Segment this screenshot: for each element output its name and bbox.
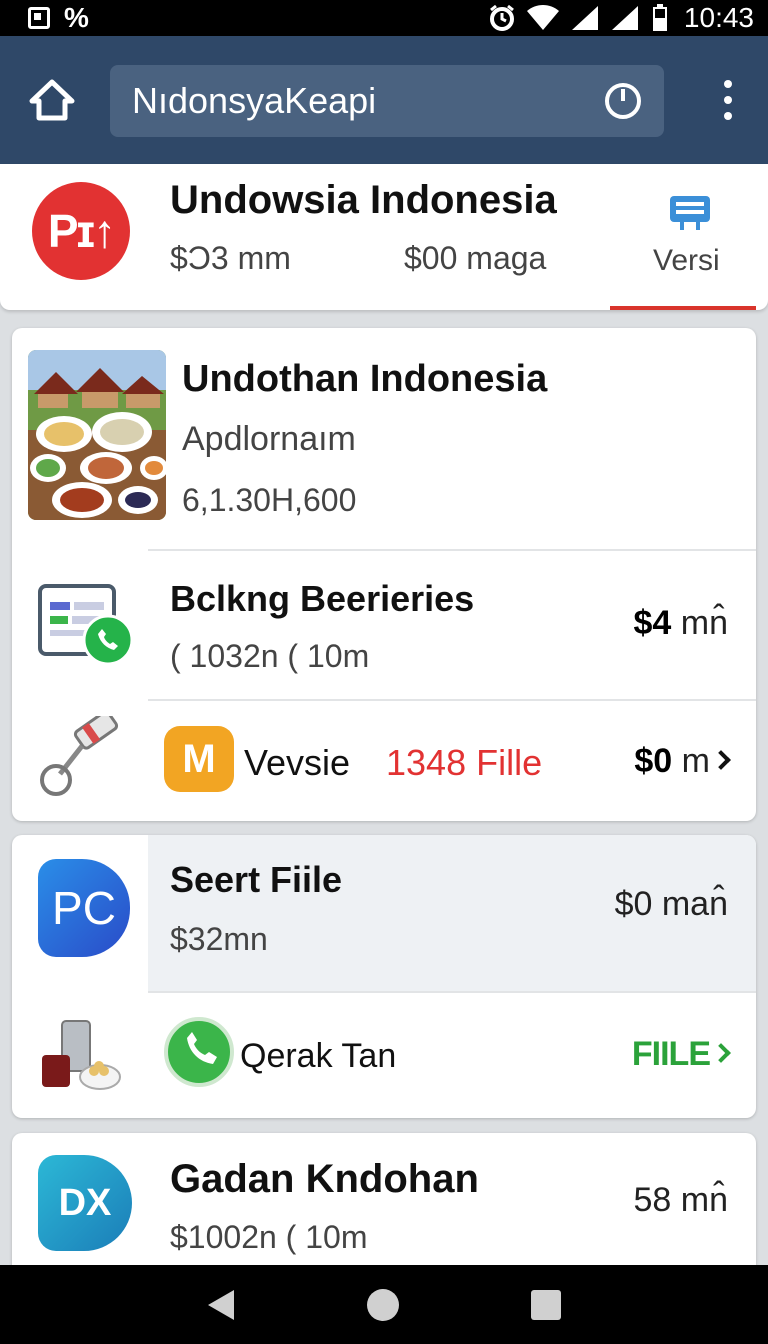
power-icon[interactable] (604, 82, 642, 120)
app-logo-icon: Pɪ↑ (32, 182, 130, 280)
row-price: 58 mn̂ (633, 1181, 729, 1219)
row-title: Gadan Kndohan (170, 1157, 479, 1201)
notification-icon (28, 7, 50, 29)
home-icon (29, 79, 75, 121)
tab-versi[interactable]: Versi (653, 244, 720, 278)
phone-icon (164, 1017, 234, 1087)
row-sub: ( 1032n ( 10m (170, 638, 370, 674)
row-sub: $32mn (170, 921, 268, 957)
status-bar: % 10:43 (0, 0, 768, 36)
signal-icon-2 (611, 6, 638, 30)
file-count: 1348 Fille (386, 742, 543, 783)
row-label: Qerak Tan (240, 1037, 397, 1075)
tool-icon (40, 716, 119, 796)
battery-icon (652, 4, 667, 31)
signal-icon (571, 6, 598, 30)
clock: 10:43 (683, 2, 754, 33)
cup-bowl-icon (42, 1020, 121, 1090)
header-sub-price: $Ɔ3 mm (170, 240, 291, 276)
chevron-right-icon (711, 750, 731, 770)
row-price: $4 mn̂ (633, 604, 728, 642)
row-title: Seert Fiile (170, 859, 343, 900)
card-title: Undothan Indonesia (182, 358, 548, 400)
wifi-icon (526, 5, 559, 30)
row-sub: $1002n ( 10m (170, 1219, 368, 1255)
more-vert-icon[interactable] (718, 80, 738, 120)
active-tab-indicator (610, 306, 756, 310)
nav-bar (0, 1265, 768, 1344)
dx-logo-icon: DX (38, 1155, 132, 1251)
app-card-1[interactable]: Undothan Indonesia Apdlornaım 6,1.30H,60… (12, 328, 756, 821)
row-title: Bclkng Beerieries (170, 578, 475, 619)
divider (148, 699, 756, 701)
inbox-tray-icon[interactable] (666, 188, 714, 236)
recents-icon[interactable] (530, 1289, 562, 1321)
divider (148, 991, 756, 993)
document-whatsapp-icon (38, 584, 134, 666)
chevron-right-icon (711, 1043, 731, 1063)
percent-icon: % (64, 2, 89, 33)
food-thumbnail (28, 350, 166, 520)
row-price: $0 man̂ (614, 885, 728, 923)
card-number: 6,1.30H,600 (182, 482, 357, 518)
home-button[interactable] (0, 36, 104, 164)
app-bar: NıdonsyaKeapi (0, 36, 768, 164)
app-badge-icon: M (164, 726, 234, 792)
file-action-link[interactable]: FIILE (632, 1035, 731, 1074)
app-card-2[interactable]: PC Seert Fiile $32mn $0 man̂ Qerak Tan F… (12, 835, 756, 1118)
card-subtitle: Apdlornaım (182, 420, 356, 458)
alarm-icon (489, 4, 514, 31)
row-price-link[interactable]: $0 m (634, 742, 731, 781)
header-title: Undowsia Indonesia (170, 178, 557, 222)
home-nav-icon[interactable] (366, 1288, 400, 1322)
search-text: NıdonsyaKeapi (132, 80, 377, 121)
back-icon[interactable] (206, 1288, 236, 1322)
divider (148, 549, 756, 551)
row-label: Vevsie (244, 742, 351, 783)
header-card[interactable]: Pɪ↑ Undowsia Indonesia $Ɔ3 mm $00 maga V… (0, 164, 768, 310)
header-sub-mega: $00 maga (404, 240, 547, 276)
pc-logo-icon: PC (38, 859, 130, 957)
search-field[interactable]: NıdonsyaKeapi (110, 65, 664, 137)
